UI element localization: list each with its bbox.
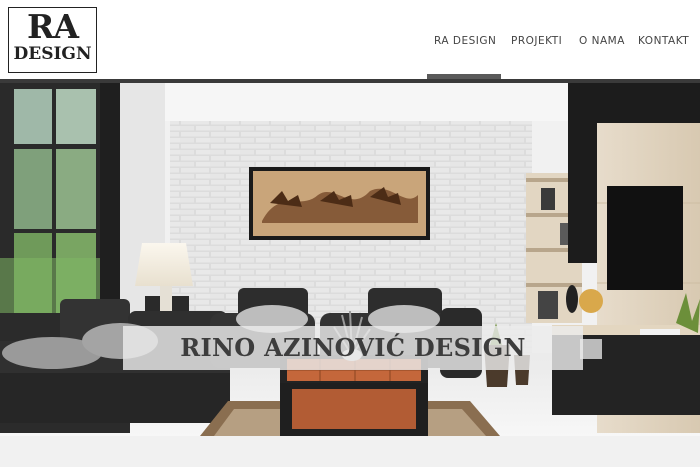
nav-item-o-nama[interactable]: O NAMA: [579, 35, 625, 47]
nav-item-kontakt[interactable]: KONTAKT: [638, 35, 689, 47]
main-nav: RA DESIGN PROJEKTI O NAMA KONTAKT: [0, 35, 700, 49]
hero-title: RINO AZINOVIĆ DESIGN: [180, 333, 526, 362]
living-room-photo: [0, 83, 700, 436]
hero-banner: RINO AZINOVIĆ DESIGN: [123, 326, 583, 370]
page-bottom-strip: [0, 436, 700, 467]
hero-image: RINO AZINOVIĆ DESIGN: [0, 83, 700, 436]
nav-item-ra-design[interactable]: RA DESIGN: [434, 35, 496, 47]
site-header: RA DESIGN RA DESIGN PROJEKTI O NAMA KONT…: [0, 0, 700, 80]
nav-item-projekti[interactable]: PROJEKTI: [511, 35, 562, 47]
